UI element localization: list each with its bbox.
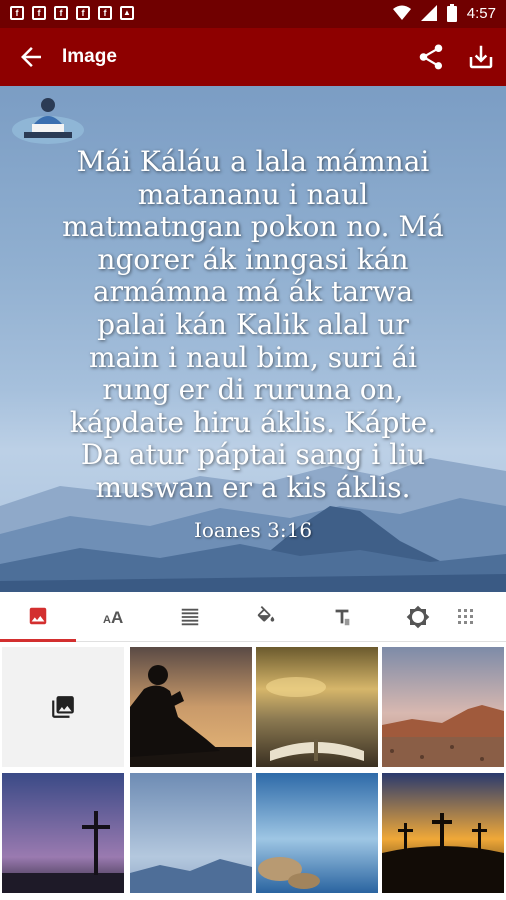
verse-line: main i naul bim, suri ái [88, 340, 418, 374]
background-open-bible[interactable] [256, 647, 378, 767]
verse-line: kápdate hiru áklis. Kápte. [69, 405, 437, 439]
wifi-icon [392, 5, 411, 20]
image-icon [29, 607, 47, 624]
verse-image-preview: Mái Káláu a lala mámnai matananu i naul … [0, 86, 506, 592]
verse-line: matmatngan pokon no. Má [62, 210, 444, 244]
svg-text:A: A [111, 608, 123, 627]
page-title: Image [62, 46, 117, 67]
tab-image[interactable] [0, 592, 76, 642]
download-icon[interactable] [466, 42, 496, 72]
svg-text:A: A [103, 614, 111, 626]
verse-line: Da atur páptai sang i liu [80, 438, 426, 472]
background-silhouette-reading-bible[interactable] [130, 647, 252, 767]
verse-line: ngorer ák inngasi kán [97, 242, 409, 276]
battery-icon [446, 4, 457, 22]
font-size-icon: A A [103, 608, 123, 627]
tab-alignment[interactable] [152, 592, 228, 642]
verse-line: Mái Káláu a lala mámnai [76, 145, 430, 178]
app-bar: Image [0, 28, 506, 86]
back-arrow-icon[interactable] [16, 42, 46, 72]
editor-tabs: A A [0, 592, 506, 642]
tab-brightness[interactable] [380, 592, 456, 642]
tab-color[interactable] [228, 592, 304, 642]
background-three-crosses[interactable] [382, 773, 504, 893]
background-cross-at-dusk[interactable] [2, 773, 124, 893]
text-style-icon [335, 609, 350, 626]
open-gallery-button[interactable] [2, 647, 124, 767]
notification-icons: f f f f f ▲ [10, 6, 134, 20]
signal-icon [420, 5, 437, 21]
share-icon[interactable] [416, 42, 446, 72]
tab-texture[interactable] [456, 592, 506, 642]
facebook-icon: f [10, 6, 24, 20]
facebook-icon: f [76, 6, 90, 20]
brightness-icon [406, 605, 430, 629]
background-desert-mountains[interactable] [382, 647, 504, 767]
reader-logo [12, 98, 84, 144]
tab-font-size[interactable]: A A [76, 592, 152, 642]
paint-bucket-icon [257, 606, 275, 622]
texture-icon [458, 609, 473, 624]
align-center-icon [181, 608, 199, 626]
verse-text: Mái Káláu a lala mámnai matananu i naul … [16, 145, 490, 505]
tab-text-style[interactable] [304, 592, 380, 642]
status-bar: f f f f f ▲ 4:57 [0, 0, 506, 28]
verse-line: muswan er a kis áklis. [95, 470, 411, 504]
verse-line: rung er di ruruna on, [102, 373, 404, 407]
photo-library-icon [52, 696, 74, 718]
verse-line: armámna má ák tarwa [92, 275, 414, 309]
facebook-icon: f [54, 6, 68, 20]
verse-reference: Ioanes 3:16 [193, 518, 313, 542]
verse-line: palai kán Kalik alal ur [97, 307, 409, 341]
background-rocky-lake[interactable] [256, 773, 378, 893]
background-image-grid [0, 643, 506, 900]
background-blue-mountains[interactable] [130, 773, 252, 893]
status-time: 4:57 [466, 4, 496, 22]
image-icon: ▲ [120, 6, 134, 20]
verse-line: matananu i naul [137, 177, 369, 211]
facebook-icon: f [32, 6, 46, 20]
facebook-icon: f [98, 6, 112, 20]
